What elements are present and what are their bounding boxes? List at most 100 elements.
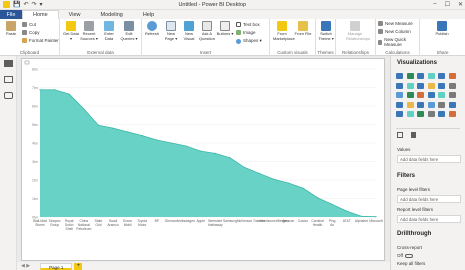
visual-type-icon[interactable] (427, 111, 435, 117)
new-quick-measure-button[interactable]: New Quick Measure (378, 37, 419, 47)
format-tab[interactable] (411, 132, 419, 140)
manage-relationships-button[interactable]: Manage Relationships (346, 21, 370, 41)
data-point[interactable] (229, 157, 231, 159)
data-point[interactable] (316, 197, 319, 199)
visual-type-icon[interactable] (406, 111, 414, 117)
text-box-button[interactable]: Text box (236, 22, 260, 27)
recent-sources-button[interactable]: Recent Sources ▾ (80, 21, 98, 41)
image-button[interactable]: Image (236, 30, 256, 35)
visual-type-icon[interactable] (438, 111, 445, 117)
data-point[interactable] (156, 139, 158, 141)
format-painter-button[interactable]: Format Painter (22, 38, 59, 43)
visual-type-icon[interactable] (396, 82, 403, 89)
data-point[interactable] (302, 187, 304, 189)
data-point[interactable] (346, 210, 348, 212)
data-point[interactable] (200, 150, 202, 152)
customize-qat-icon[interactable]: ▾ (40, 2, 43, 8)
data-point[interactable] (112, 127, 114, 129)
data-point[interactable] (258, 172, 260, 174)
enter-data-button[interactable]: Enter Data (100, 21, 118, 41)
visual-type-icon[interactable] (448, 82, 456, 89)
shapes-button[interactable]: Shapes ▾ (236, 38, 262, 44)
visual-type-icon[interactable] (406, 82, 414, 89)
visual-type-icon[interactable] (417, 73, 424, 79)
undo-icon[interactable]: ↶ (23, 2, 28, 8)
data-point[interactable] (68, 93, 70, 95)
visual-type-icon[interactable] (417, 111, 424, 117)
data-point[interactable] (360, 215, 362, 217)
from-marketplace-button[interactable]: From Marketplace (273, 21, 295, 41)
values-well[interactable]: Add data fields here (397, 155, 461, 163)
visual-type-icon[interactable] (448, 73, 456, 79)
visual-type-icon[interactable] (396, 92, 403, 98)
minimize-button[interactable]: – (433, 1, 436, 8)
redo-icon[interactable]: ↷ (32, 2, 37, 8)
visual-type-icon[interactable] (417, 82, 424, 89)
cross-report-toggle[interactable]: Off (397, 253, 413, 258)
visual-type-icon[interactable] (438, 101, 445, 108)
data-point[interactable] (185, 145, 187, 147)
visual-type-icon[interactable] (448, 101, 456, 108)
close-button[interactable]: ✕ (458, 1, 463, 8)
new-page-button[interactable]: New Page ▾ (162, 21, 180, 41)
get-data-button[interactable]: Get Data ▾ (62, 21, 80, 41)
data-point[interactable] (243, 166, 246, 169)
area-series[interactable] (40, 89, 376, 217)
data-point[interactable] (287, 182, 289, 184)
data-point[interactable] (54, 89, 56, 91)
add-page-button[interactable]: + (74, 263, 83, 270)
data-point[interactable] (39, 89, 41, 91)
edit-queries-button[interactable]: Edit Queries ▾ (120, 21, 138, 41)
visual-type-icon[interactable] (406, 73, 414, 79)
new-measure-button[interactable]: New Measure (378, 21, 413, 26)
switch-theme-button[interactable]: Switch Theme ▾ (317, 21, 335, 41)
visual-type-icon[interactable] (427, 101, 435, 108)
visual-type-icon[interactable] (417, 101, 424, 108)
refresh-button[interactable]: Refresh (143, 21, 161, 37)
save-icon[interactable]: 💾 (13, 2, 20, 8)
data-point[interactable] (83, 108, 85, 110)
tab-view[interactable]: View (59, 10, 91, 19)
file-menu[interactable]: File (0, 10, 22, 19)
ask-question-button[interactable]: Ask A Question (198, 21, 216, 41)
report-view-icon[interactable] (4, 60, 13, 67)
publish-button[interactable]: Publish (433, 21, 451, 37)
new-column-button[interactable]: New Column (378, 29, 411, 34)
visual-type-icon[interactable] (427, 73, 435, 79)
buttons-button[interactable]: Buttons ▾ (216, 21, 234, 37)
area-chart[interactable]: 0bn1bn2bn3bn4bn5bn6bn7bn8bnWall-Mart Stor… (22, 59, 386, 262)
visual-type-icon[interactable] (417, 92, 424, 98)
visual-type-icon[interactable] (438, 92, 445, 98)
page-filters-well[interactable]: Add data fields here (397, 195, 461, 203)
data-point[interactable] (375, 216, 377, 218)
data-point[interactable] (97, 124, 100, 126)
page-tab-1[interactable]: Page 1 (40, 263, 73, 270)
visual-type-icon[interactable] (448, 111, 456, 117)
data-point[interactable] (214, 152, 216, 154)
data-view-icon[interactable] (4, 76, 13, 83)
visual-type-icon[interactable] (406, 92, 414, 98)
maximize-button[interactable]: ☐ (445, 1, 450, 8)
visual-type-icon[interactable] (427, 82, 435, 89)
data-point[interactable] (170, 142, 173, 144)
from-file-button[interactable]: From File (294, 21, 312, 37)
paste-button[interactable]: Paste (2, 21, 20, 37)
model-view-icon[interactable] (4, 92, 13, 99)
focus-mode-icon[interactable] (24, 60, 30, 65)
tab-home[interactable]: Home (22, 10, 59, 19)
visual-type-icon[interactable] (406, 101, 414, 108)
report-filters-well[interactable]: Add data fields here (397, 215, 461, 223)
cut-button[interactable]: Cut (22, 22, 36, 27)
visual-type-icon[interactable] (396, 101, 403, 108)
tab-help[interactable]: Help (133, 10, 164, 19)
visual-type-icon[interactable] (448, 92, 456, 98)
data-point[interactable] (331, 203, 333, 206)
visual-type-icon[interactable] (427, 92, 435, 98)
copy-button[interactable]: Copy (22, 30, 40, 35)
tab-modeling[interactable]: Modeling (91, 10, 133, 19)
new-visual-button[interactable]: New Visual (180, 21, 198, 41)
visual-type-icon[interactable] (438, 73, 445, 79)
visual-type-icon[interactable] (396, 111, 403, 117)
page-nav-arrows[interactable]: ◀ ▶ (17, 263, 34, 270)
visual-type-icon[interactable] (396, 73, 403, 79)
